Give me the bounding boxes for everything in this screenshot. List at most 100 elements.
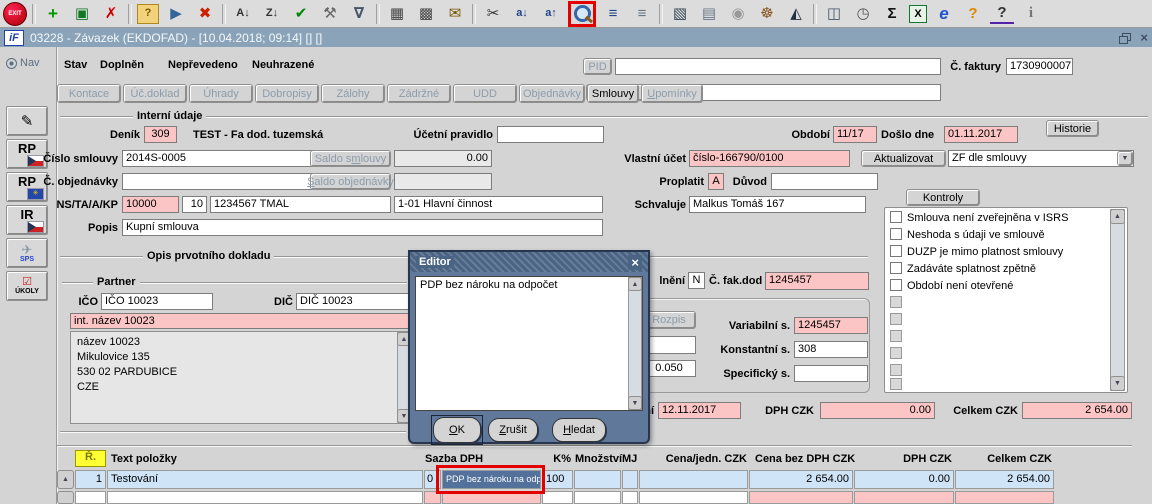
cena-jedn-cell[interactable]: [639, 491, 748, 504]
kontroly-checkbox-0[interactable]: [890, 211, 902, 223]
help-topics-icon[interactable]: ?: [961, 3, 985, 25]
saldo-objednavky-button[interactable]: Saldo objednávky: [307, 173, 394, 190]
scroll-up-icon[interactable]: ▲: [628, 277, 642, 291]
kontroly-checkbox-1[interactable]: [890, 228, 902, 240]
tab-zadrzne[interactable]: Zádržné: [387, 84, 451, 103]
proplatit-field[interactable]: A: [708, 173, 724, 190]
tab-udd[interactable]: UDD: [453, 84, 517, 103]
list-values-icon[interactable]: ≡: [601, 3, 625, 25]
ns-field[interactable]: 10000: [122, 196, 179, 213]
tab-kontace[interactable]: Kontace: [57, 84, 121, 103]
ta-field[interactable]: 10: [182, 196, 207, 213]
ship-wheel-icon[interactable]: ☸: [755, 3, 779, 25]
mnozstvi-cell[interactable]: [574, 491, 621, 504]
exit-button[interactable]: EXIT: [3, 1, 27, 26]
filter-icon[interactable]: ∇: [347, 3, 371, 25]
specificky-field[interactable]: [794, 365, 868, 382]
c-faktury-field[interactable]: 1730900007: [1006, 58, 1073, 75]
scroll-down-icon[interactable]: ▼: [1110, 376, 1125, 391]
int-nazev-field[interactable]: int. název 10023: [70, 313, 412, 329]
sort-asc-icon[interactable]: A↓: [231, 3, 255, 25]
celkem-cell[interactable]: 2 654.00: [955, 470, 1054, 489]
wrench-icon[interactable]: ⚒: [318, 3, 342, 25]
document-check-icon[interactable]: ▤: [697, 3, 721, 25]
tab-uc-doklad[interactable]: Úč.doklad: [123, 84, 187, 103]
row-selector-icon[interactable]: ▲: [57, 470, 74, 489]
dic-field[interactable]: DIČ 10023: [296, 293, 410, 310]
saldo-smlouvy-button[interactable]: Saldo s m louvy: [310, 150, 391, 167]
kontroly-button[interactable]: Kontroly: [906, 189, 980, 206]
mj-cell[interactable]: [622, 491, 638, 504]
restore-window-icon[interactable]: [1119, 32, 1132, 44]
sidebar-item-ukoly[interactable]: ☑ ÚKOLY: [6, 271, 48, 301]
tree-view-icon[interactable]: ≡: [630, 3, 654, 25]
tab-upominky[interactable]: Upomínky: [641, 84, 703, 103]
editor-dialog-titlebar[interactable]: Editor ×: [410, 252, 648, 272]
mj-cell[interactable]: [622, 470, 638, 489]
insert-record-icon[interactable]: +: [41, 3, 65, 25]
variabilni-field[interactable]: 1245457: [794, 317, 868, 334]
copy-text-icon[interactable]: a↑: [539, 3, 563, 25]
cut-icon[interactable]: ✂: [481, 3, 505, 25]
statistics-icon[interactable]: ◫: [822, 3, 846, 25]
tab-dobropisy[interactable]: Dobropisy: [255, 84, 319, 103]
hledat-button[interactable]: Hledat: [552, 418, 606, 442]
c-fakdod-field[interactable]: 1245457: [765, 272, 869, 290]
row-number-cell[interactable]: 1: [75, 470, 106, 489]
close-window-icon[interactable]: ×: [1140, 31, 1148, 44]
cena-bez-dph-cell[interactable]: [749, 491, 853, 504]
tab-smlouvy[interactable]: Smlouvy: [587, 84, 639, 103]
ucetni-pravidlo-field[interactable]: [497, 126, 604, 143]
text-polozky-cell[interactable]: Testování: [107, 470, 423, 489]
denik-field[interactable]: 309: [144, 126, 177, 143]
tab-uhrady[interactable]: Úhrady: [189, 84, 253, 103]
dph-cell[interactable]: [854, 491, 954, 504]
akce-field[interactable]: 1234567 TMAL: [210, 196, 391, 213]
rozpis-field[interactable]: [642, 336, 696, 354]
combobox-arrow-icon[interactable]: ▼: [1117, 151, 1133, 166]
dph-cell[interactable]: 0.00: [854, 470, 954, 489]
print-icon[interactable]: ▦: [385, 3, 409, 25]
celkem-cell[interactable]: [955, 491, 1054, 504]
globe-icon[interactable]: ◉: [726, 3, 750, 25]
mnozstvi-cell[interactable]: [574, 470, 621, 489]
pid-button[interactable]: PID: [583, 58, 612, 75]
prism-icon[interactable]: ◭: [784, 3, 808, 25]
koeficient-field[interactable]: 0.050: [642, 360, 696, 377]
row-selector-icon[interactable]: [57, 491, 74, 504]
historie-button[interactable]: Historie: [1046, 120, 1099, 137]
zf-combobox[interactable]: ZF dle smlouvy: [948, 150, 1134, 167]
k-percent-cell[interactable]: 100: [542, 470, 573, 489]
record-help-icon[interactable]: ?: [137, 3, 159, 24]
help-icon[interactable]: ?: [990, 4, 1014, 24]
vlastni-ucet-field[interactable]: číslo-166790/0100: [689, 150, 850, 167]
browser-icon[interactable]: e: [932, 3, 956, 25]
kontroly-scrollbar[interactable]: [1110, 209, 1125, 391]
mail-send-icon[interactable]: ✉: [443, 3, 467, 25]
ico-field[interactable]: IČO 10023: [101, 293, 213, 310]
editor-scrollbar[interactable]: [628, 277, 642, 410]
sort-desc-icon[interactable]: Z↓: [260, 3, 284, 25]
record-run-icon[interactable]: ▶: [164, 3, 188, 25]
print-copies-icon[interactable]: ▩: [414, 3, 438, 25]
sum-icon[interactable]: Σ: [880, 3, 904, 25]
clipboard-date-icon[interactable]: ▧: [668, 3, 692, 25]
sidebar-item-edit-notes[interactable]: ✎: [6, 106, 48, 136]
tab-objednavky[interactable]: Objednávky: [519, 84, 585, 103]
duplicate-record-icon[interactable]: ▣: [70, 3, 94, 25]
record-cancel-icon[interactable]: ✖: [193, 3, 217, 25]
editor-close-icon[interactable]: ×: [628, 254, 642, 270]
pid-field[interactable]: [615, 58, 941, 75]
doslo-dne-field[interactable]: 01.11.2017: [944, 126, 1018, 143]
aktualizovat-button[interactable]: Aktualizovat: [861, 150, 946, 167]
kontroly-checkbox-3[interactable]: [890, 262, 902, 274]
popis-field[interactable]: Kupní smlouva: [122, 219, 603, 236]
cena-jedn-cell[interactable]: [639, 470, 748, 489]
schvaluje-field[interactable]: Malkus Tomáš 167: [689, 196, 866, 213]
row-number-cell[interactable]: [75, 491, 106, 504]
kontroly-checkbox-2[interactable]: [890, 245, 902, 257]
editor-textarea[interactable]: PDP bez nároku na odpočet ▲ ▼: [415, 276, 643, 411]
due-date-field[interactable]: 12.11.2017: [658, 402, 741, 419]
rozpis-button[interactable]: Rozpis: [642, 311, 696, 329]
tab-zalohy[interactable]: Zálohy: [321, 84, 385, 103]
